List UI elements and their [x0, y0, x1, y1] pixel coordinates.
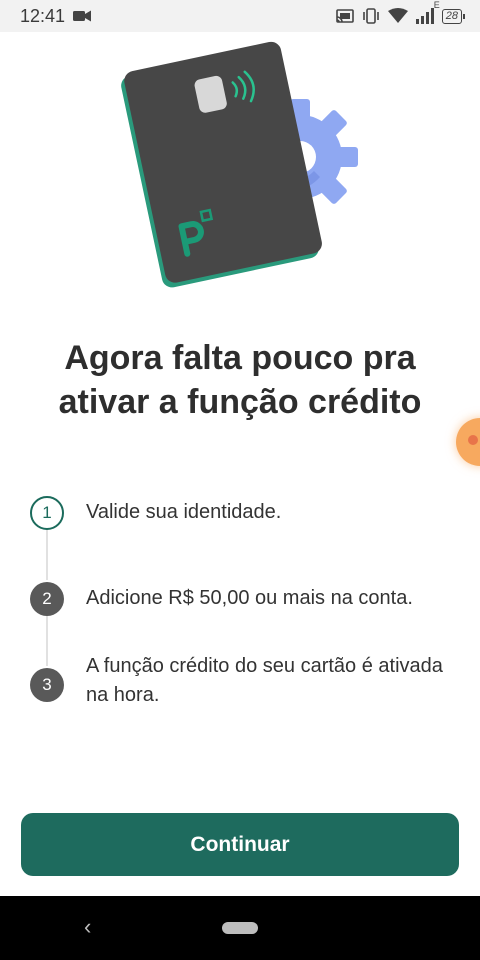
step-text: Valide sua identidade.	[86, 501, 282, 523]
signal-icon	[415, 8, 434, 24]
network-type-label: E	[433, 0, 440, 10]
step-text: Adicione R$ 50,00 ou mais na conta.	[86, 587, 413, 609]
step-number: 3	[30, 668, 64, 702]
title-line-1: Agora falta pouco pra	[64, 339, 416, 377]
cast-icon	[335, 9, 354, 23]
step-number: 1	[30, 496, 64, 530]
continue-button[interactable]: Continuar	[21, 813, 459, 876]
step-connector	[46, 616, 48, 666]
system-nav-bar: ‹	[0, 896, 480, 960]
floating-assistant-button[interactable]	[456, 418, 480, 466]
vibrate-icon	[362, 8, 379, 24]
list-item: 1 Valide sua identidade.	[30, 496, 466, 530]
hero-illustration	[0, 32, 480, 332]
step-connector	[46, 530, 48, 580]
home-pill-icon[interactable]	[222, 922, 258, 934]
status-bar: 12:41 E 28	[0, 0, 480, 32]
wifi-icon	[387, 8, 408, 23]
credit-card-illustration	[121, 41, 322, 288]
list-item: 2 Adicione R$ 50,00 ou mais na conta.	[30, 582, 466, 616]
video-record-icon	[73, 10, 92, 22]
battery-level: 28	[445, 10, 458, 22]
title-line-2: ativar a função crédito	[58, 383, 422, 421]
status-time: 12:41	[20, 5, 66, 26]
chevron-left-icon[interactable]: ‹	[84, 914, 91, 940]
page-title: Agora falta pouco pra ativar a função cr…	[0, 336, 480, 424]
list-item: 3 A função crédito do seu cartão é ativa…	[30, 655, 466, 710]
step-number: 2	[30, 582, 64, 616]
battery-icon: 28	[441, 8, 466, 24]
step-text: A função crédito do seu cartão é ativada…	[86, 655, 443, 706]
